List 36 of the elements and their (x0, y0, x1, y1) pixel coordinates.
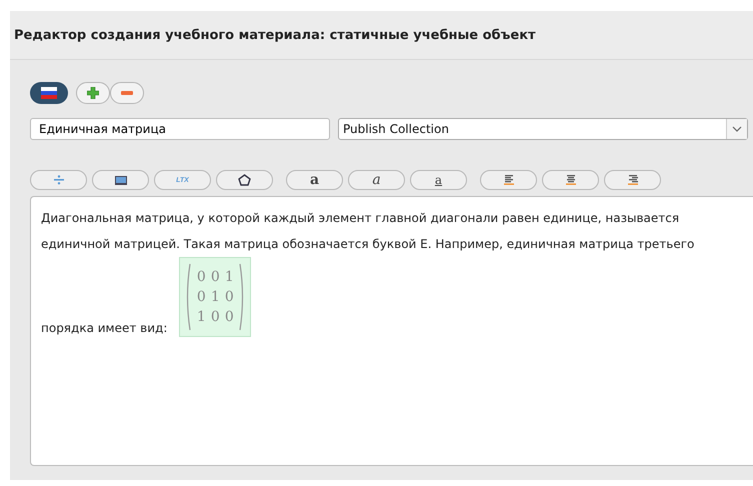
matrix-entry: 0 (196, 289, 207, 305)
align-right-icon (626, 175, 638, 185)
minus-icon (121, 91, 133, 95)
matrix-entry: 0 (210, 309, 221, 325)
title-field[interactable]: Единичная матрица (30, 118, 330, 140)
polygon-icon (238, 174, 251, 186)
matrix-entry: 1 (210, 289, 221, 305)
align-right-button[interactable] (604, 170, 661, 190)
align-center-button[interactable] (542, 170, 599, 190)
left-parenthesis-icon (184, 262, 192, 332)
window-title: Редактор создания учебного материала: статичные учебные объект (14, 28, 536, 42)
underline-button[interactable]: a (410, 170, 467, 190)
matrix-entry: 0 (224, 309, 235, 325)
bold-button[interactable]: a (286, 170, 343, 190)
chevron-down-icon (726, 119, 747, 139)
flag-icon (41, 87, 57, 99)
italic-button[interactable]: a (348, 170, 405, 190)
collection-select[interactable]: Publish Collection (338, 118, 748, 140)
polygon-button[interactable] (216, 170, 273, 190)
align-left-icon (502, 175, 514, 185)
plus-icon (87, 87, 99, 99)
matrix-entry: 0 (196, 269, 207, 285)
matrix-entry: 1 (196, 309, 207, 325)
paragraph: Диагональная матрица, у которой каждый элемент главной диагонали равен единице, называется единичной матрицей. Такая матрица обозначается буквой Е. Например, единичная матрица третьего (41, 210, 696, 253)
matrix-entry: 0 (224, 289, 235, 305)
image-icon (114, 176, 126, 184)
divide-icon (54, 175, 64, 185)
add-button[interactable] (76, 82, 110, 104)
language-button[interactable] (30, 82, 68, 104)
align-left-button[interactable] (480, 170, 537, 190)
align-center-icon (564, 175, 576, 185)
paragraph: порядка имеет вид: (41, 321, 168, 337)
matrix-entry: 1 (224, 269, 235, 285)
remove-button[interactable] (110, 82, 144, 104)
image-button[interactable] (92, 170, 149, 190)
matrix-entry: 0 (210, 269, 221, 285)
